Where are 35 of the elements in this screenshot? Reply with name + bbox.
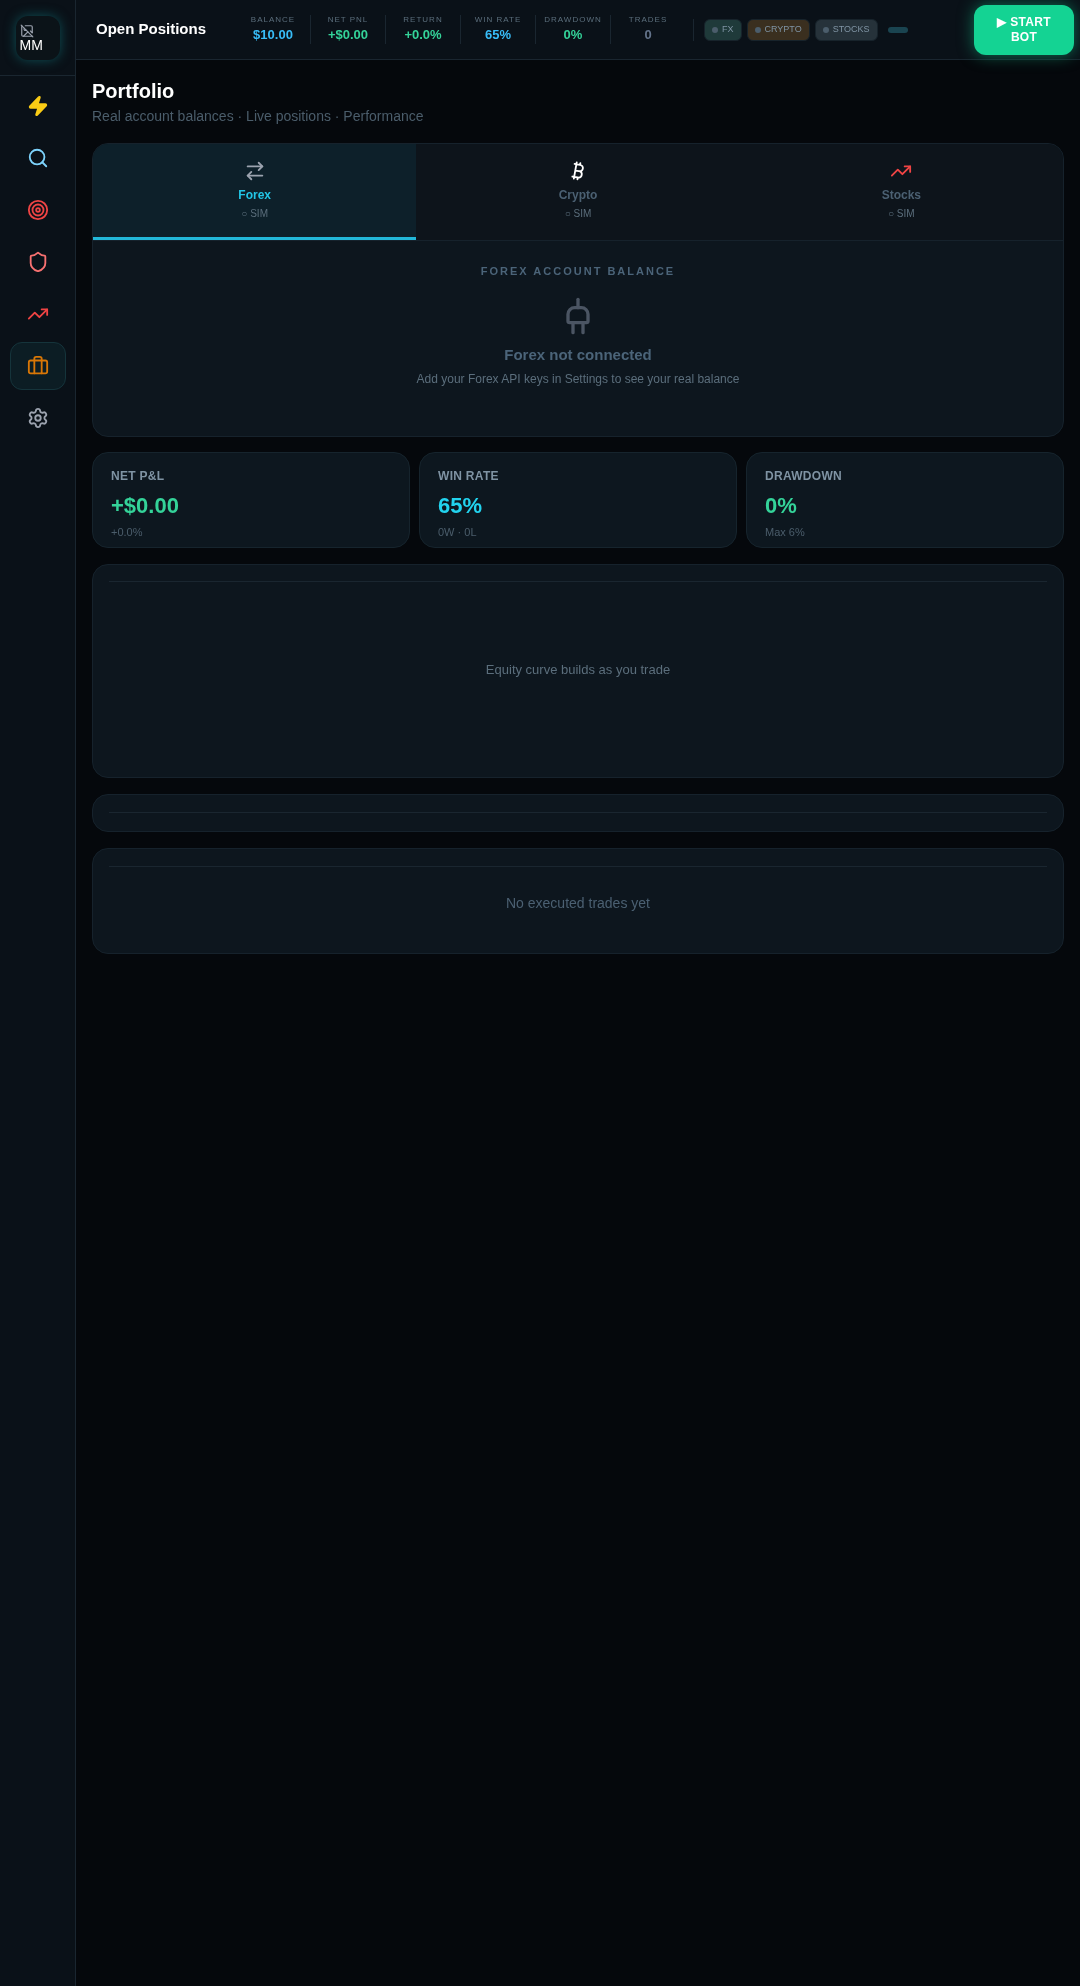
stat-value: +$0.00 (327, 25, 369, 44)
metric-value: 65% (438, 492, 484, 520)
stat-value: +0.0% (404, 25, 442, 44)
stat-value: $10.00 (253, 25, 293, 44)
balance-heading: FOREX ACCOUNT BALANCE (480, 264, 676, 279)
metric-value: 0% (765, 492, 798, 520)
stat-value: 0% (563, 25, 583, 44)
metric-subtext: Max 6% (765, 525, 806, 540)
page-subtitle: Real account balances · Live positions · Performance (92, 107, 425, 126)
stat-label: DRAWDOWN (544, 14, 602, 25)
metric-label: DRAWDOWN (765, 468, 844, 485)
logo-alt-text: MM (19, 37, 43, 52)
market-chip[interactable]: CRYPTO (746, 18, 810, 41)
page-title: Portfolio (92, 79, 176, 104)
stat-label: NET PNL (326, 14, 370, 25)
market-tab[interactable]: Forex ○ SIM (93, 144, 417, 240)
logo[interactable]: MM (15, 15, 60, 60)
connection-status: Forex not connected (504, 344, 652, 365)
metric-label: NET P&L (111, 468, 166, 485)
market-chip[interactable]: STOCKS (814, 18, 878, 41)
stat-value: 0 (644, 25, 652, 44)
stat-label: RETURN (402, 14, 444, 25)
equity-empty-text: Equity curve builds as you trade (485, 660, 671, 679)
metric-label: WIN RATE (438, 468, 500, 485)
metric-subtext: +0.0% (111, 525, 144, 540)
stat-label: TRADES (627, 14, 669, 25)
page-heading: Open Positions (96, 19, 207, 40)
trades-empty-text: No executed trades yet (506, 893, 650, 913)
metric-value: +$0.00 (111, 492, 180, 520)
connection-hint: Add your Forex API keys in Settings to see your real balance (416, 371, 740, 388)
metric-subtext: 0W · 0L (438, 525, 478, 540)
stat-label: WIN RATE (473, 14, 523, 25)
market-chip[interactable]: FX (704, 18, 742, 41)
stat-label: BALANCE (249, 14, 297, 25)
stat-value: 65% (485, 25, 511, 44)
